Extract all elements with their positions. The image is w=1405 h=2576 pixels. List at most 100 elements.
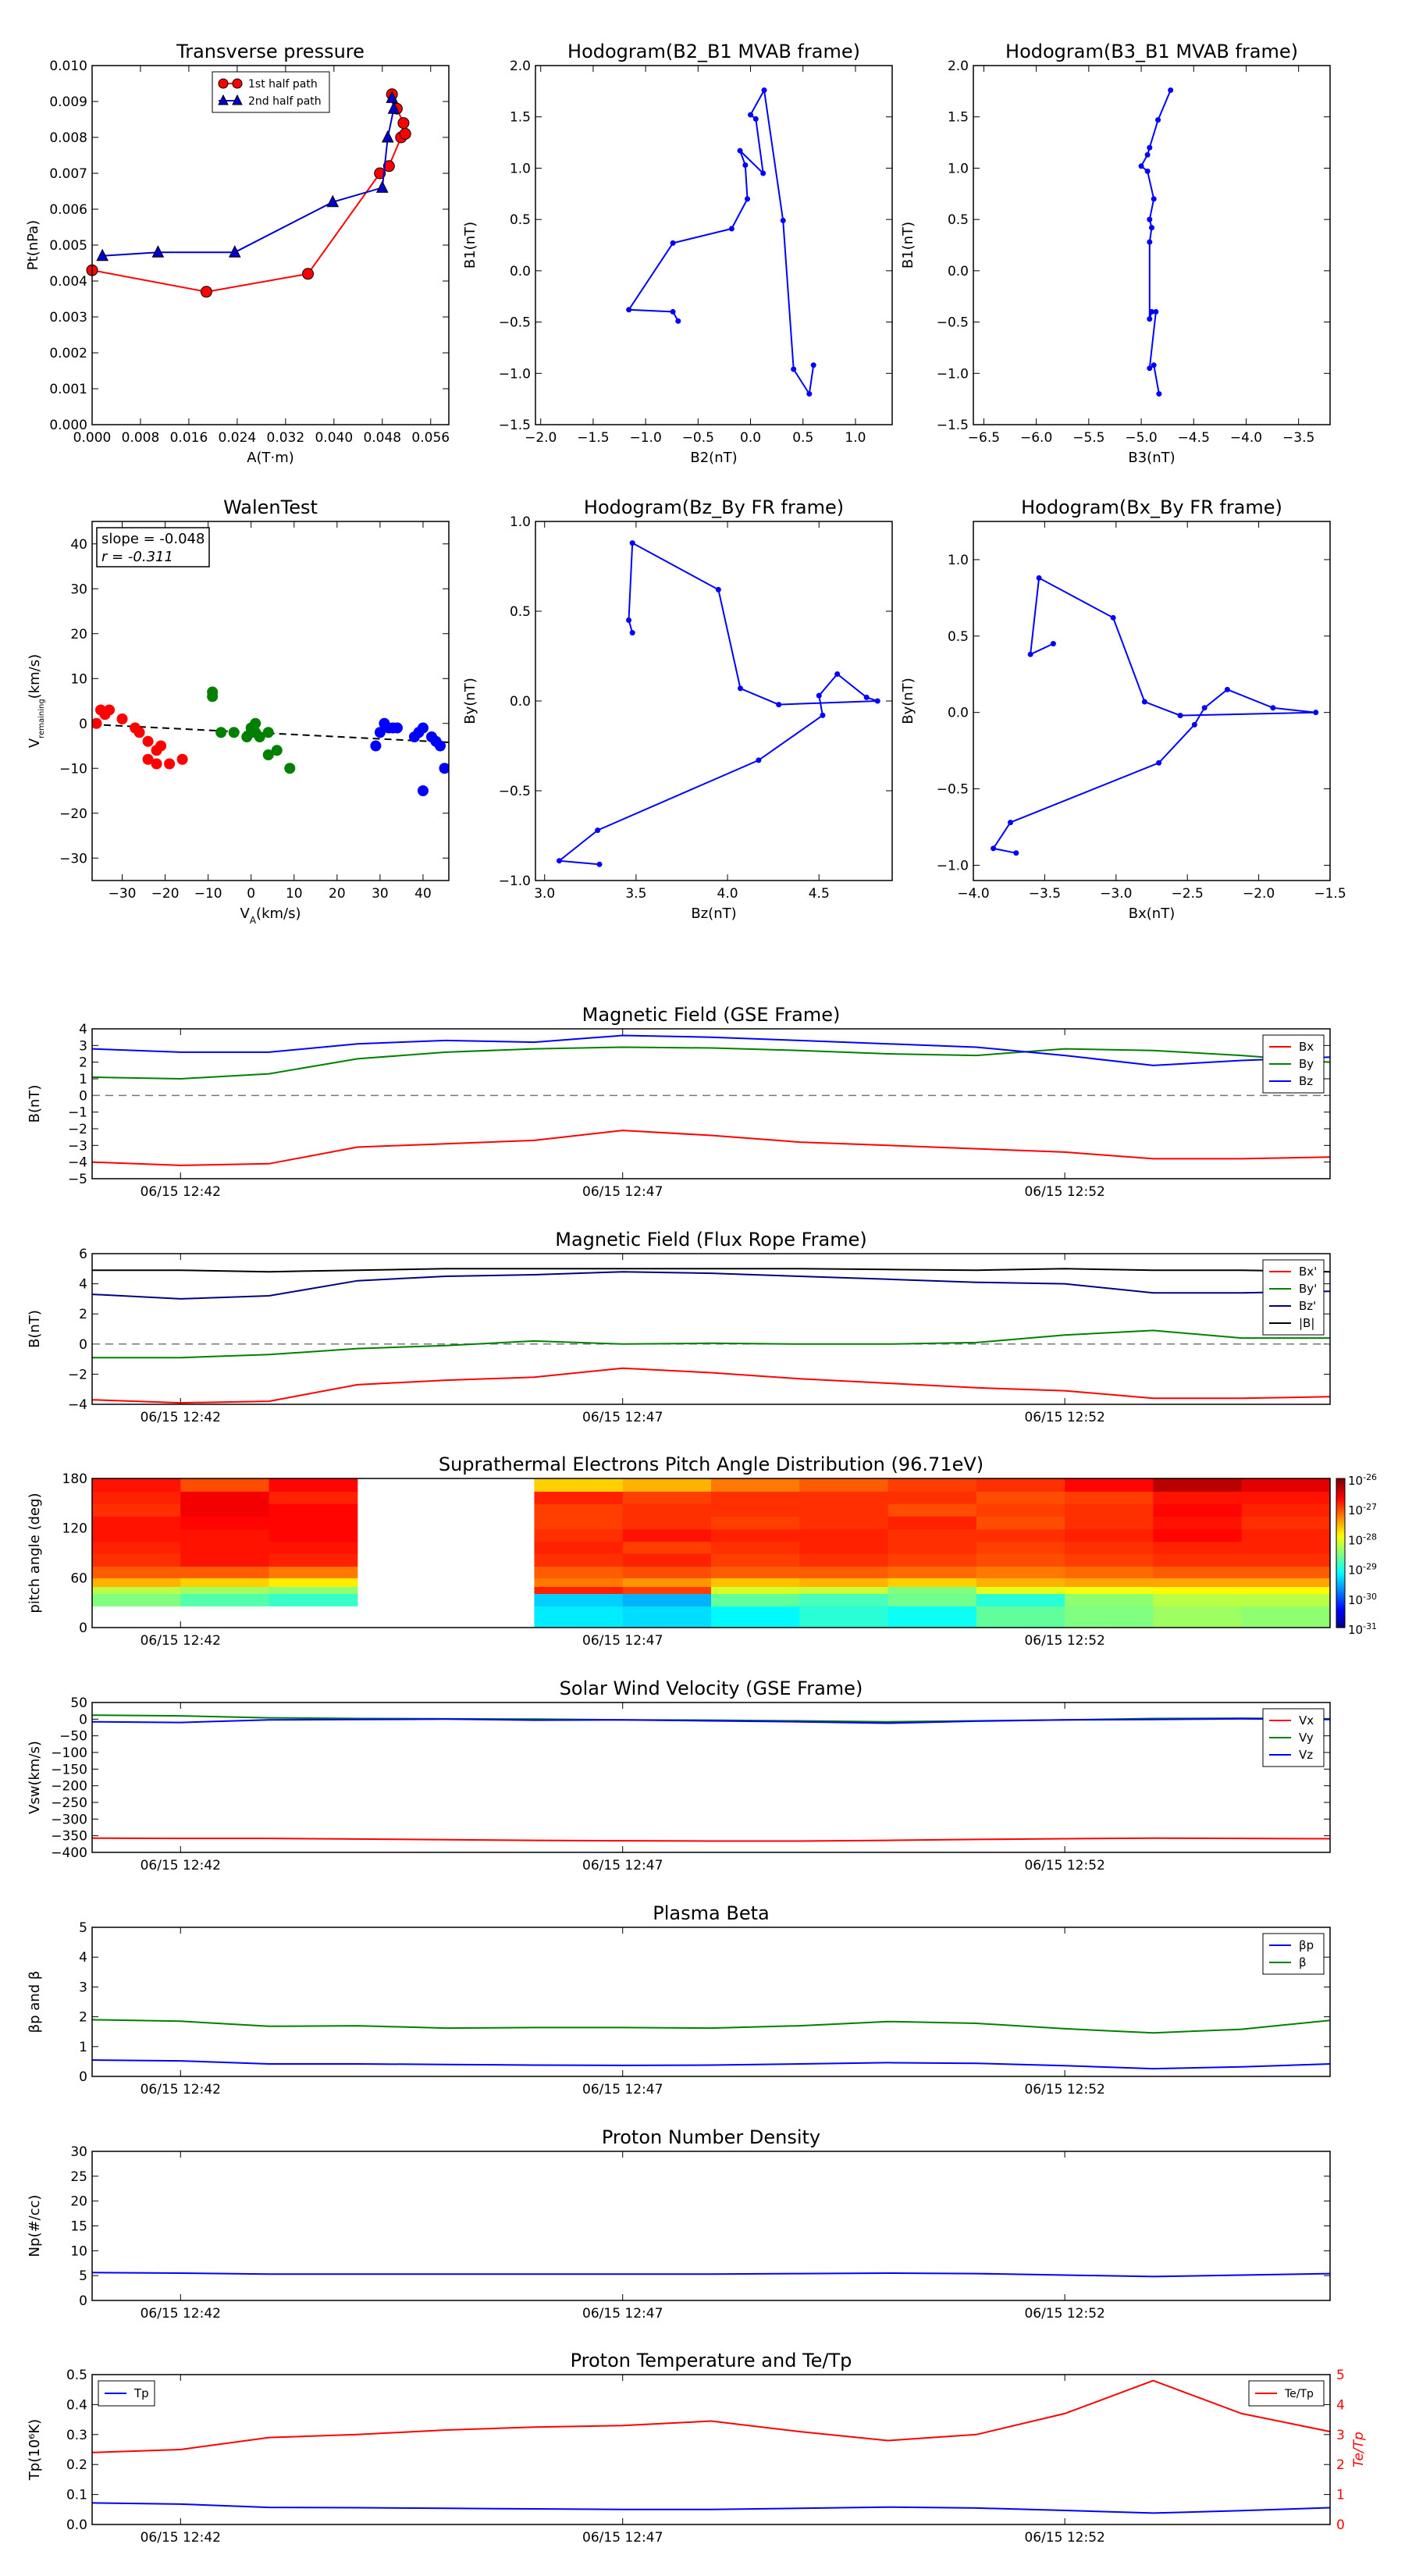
pad-colorbar-label: 10-31	[1348, 1621, 1377, 1638]
h31-series-point	[1147, 239, 1153, 245]
pt-xtick-label: 0.040	[315, 430, 353, 446]
pad-cell	[711, 1578, 800, 1587]
walen-ytick-label: 30	[70, 582, 87, 597]
pad-cell	[887, 1503, 977, 1517]
hzy-ylabel-main: By(nT)	[462, 678, 478, 724]
hxy-series-point	[991, 845, 997, 852]
walen-ylabel-sub: remaining	[37, 699, 46, 738]
hzy-xlabel: Bz(nT)	[691, 906, 736, 922]
hxy-series-point	[1050, 641, 1056, 647]
tp-y2tick-label: 3	[1336, 2428, 1345, 2443]
pad-cell	[1065, 1578, 1154, 1587]
pad-cell	[711, 1516, 800, 1530]
pad-cell	[622, 1586, 712, 1594]
pad-cell	[887, 1541, 977, 1554]
np-ylabel: Np(#/cc)	[27, 2195, 43, 2258]
bgse-xtick-label: 06/15 12:52	[1024, 1184, 1104, 1200]
h31-ytick-label: −0.5	[937, 315, 969, 331]
hzy-series-point	[737, 685, 743, 692]
pt-legend-label: 1st half path	[248, 78, 318, 91]
h31-series-line	[1140, 90, 1172, 394]
h31-series-point	[1155, 117, 1161, 123]
h31-ytick-label: 0.5	[948, 212, 969, 228]
pad-cell	[92, 1553, 181, 1567]
pad-cell	[534, 1478, 624, 1492]
pad-cell	[534, 1516, 624, 1530]
tp-xtick-label: 06/15 12:52	[1024, 2530, 1104, 2546]
pt-legend-label: 2nd half path	[248, 95, 322, 108]
hxy-series-line	[991, 576, 1316, 854]
walen-point	[207, 686, 219, 698]
pad-cell	[799, 1541, 889, 1554]
beta-legend-box	[1262, 1933, 1325, 1975]
pt-ytick-label: 0.001	[49, 382, 87, 397]
pad-cell	[269, 1528, 358, 1542]
hxy-xlabel: Bx(nT)	[1129, 906, 1175, 922]
bfr-ytick-label: −4	[68, 1397, 87, 1413]
pad-cell	[711, 1566, 800, 1578]
h21-series-point	[670, 240, 676, 246]
pad-cell	[1153, 1516, 1243, 1530]
vsw-legend: Vx Vy Vz	[1262, 1708, 1325, 1767]
tp-legend: Tp	[98, 2380, 155, 2407]
bgse-ytick-label: −2	[68, 1122, 87, 1137]
tp-ylabel: Tp(10⁶K)	[27, 2419, 43, 2481]
pad-cell	[269, 1586, 358, 1594]
walen-ytick-label: −10	[59, 761, 87, 777]
pad-cell	[1153, 1578, 1243, 1587]
h31-ytick-label: −1.0	[937, 366, 969, 382]
pad-cell	[622, 1553, 712, 1567]
hzy-series-point	[816, 692, 822, 699]
pt-2nd-half-path-point	[381, 130, 394, 143]
pad-cell	[92, 1478, 181, 1492]
bgse-ytick-label: −3	[68, 1138, 87, 1154]
hxy-frame	[973, 521, 1331, 881]
tp-ytick-label: 0.3	[66, 2428, 87, 2443]
hzy-title: Hodogram(Bz_By FR frame)	[584, 496, 844, 518]
h31-ytick-label: 1.0	[948, 161, 969, 176]
h21-series-point	[737, 148, 743, 154]
pad-cell	[92, 1541, 181, 1554]
bfr-ytick-label: 4	[79, 1277, 87, 1293]
h21-series-point	[670, 308, 676, 315]
pt-xtick-label: 0.016	[170, 430, 208, 446]
pad-colorbar-base: 10	[1348, 1474, 1363, 1488]
pad-title: Suprathermal Electrons Pitch Angle Distr…	[439, 1453, 984, 1475]
hxy-series-point	[1270, 705, 1276, 711]
pad-cell	[887, 1478, 977, 1492]
tp-title: Proton Temperature and Te/Tp	[571, 2350, 852, 2371]
bfr-bx--line	[92, 1367, 1330, 1404]
tp-xtick-label: 06/15 12:42	[140, 2530, 221, 2546]
pad-cell	[1241, 1586, 1330, 1594]
hzy-series-point	[629, 630, 635, 636]
h21-ytick-label: 0.0	[510, 264, 531, 279]
hzy-series-point	[874, 698, 880, 704]
h31-series-point	[1147, 144, 1153, 151]
np-series-line	[92, 2272, 1330, 2278]
pad-cell	[1153, 1586, 1243, 1594]
bfr-ytick-label: 6	[79, 1247, 87, 1262]
beta--p-line	[92, 2059, 1330, 2070]
hzy-series-point	[715, 586, 721, 592]
pt-legend-marker	[218, 78, 229, 89]
h31-xtick-label: −4.5	[1178, 430, 1210, 446]
vsw-ylabel: Vsw(km/s)	[27, 1741, 43, 1814]
h21-ytick-label: −1.0	[499, 366, 531, 382]
walen-point	[439, 763, 449, 774]
bgse-ytick-label: −5	[68, 1172, 87, 1187]
walen-point	[284, 763, 296, 774]
pad-ytick-label: 120	[62, 1521, 87, 1537]
hxy-series-point	[1141, 699, 1147, 705]
hxy-series-point	[1313, 710, 1319, 716]
pad-cell	[534, 1593, 624, 1606]
walen-annotation: slope = -0.048 r = -0.311	[96, 527, 210, 568]
hxy-series-point	[1110, 614, 1116, 621]
beta-ytick-label: 1	[79, 2040, 87, 2055]
pad-cell	[976, 1541, 1065, 1554]
tp-ytick-label: 0.0	[66, 2517, 87, 2533]
walen-r-text: r = -0.311	[101, 549, 173, 565]
bgse-legend-label: Bx	[1299, 1040, 1314, 1054]
np-panel: Proton Number Density 06/15 12:42 06/15 12…	[27, 2126, 1331, 2322]
beta-ylabel-main: βp and β	[27, 1971, 43, 2033]
hxy-ytick-label: 1.0	[948, 553, 969, 568]
